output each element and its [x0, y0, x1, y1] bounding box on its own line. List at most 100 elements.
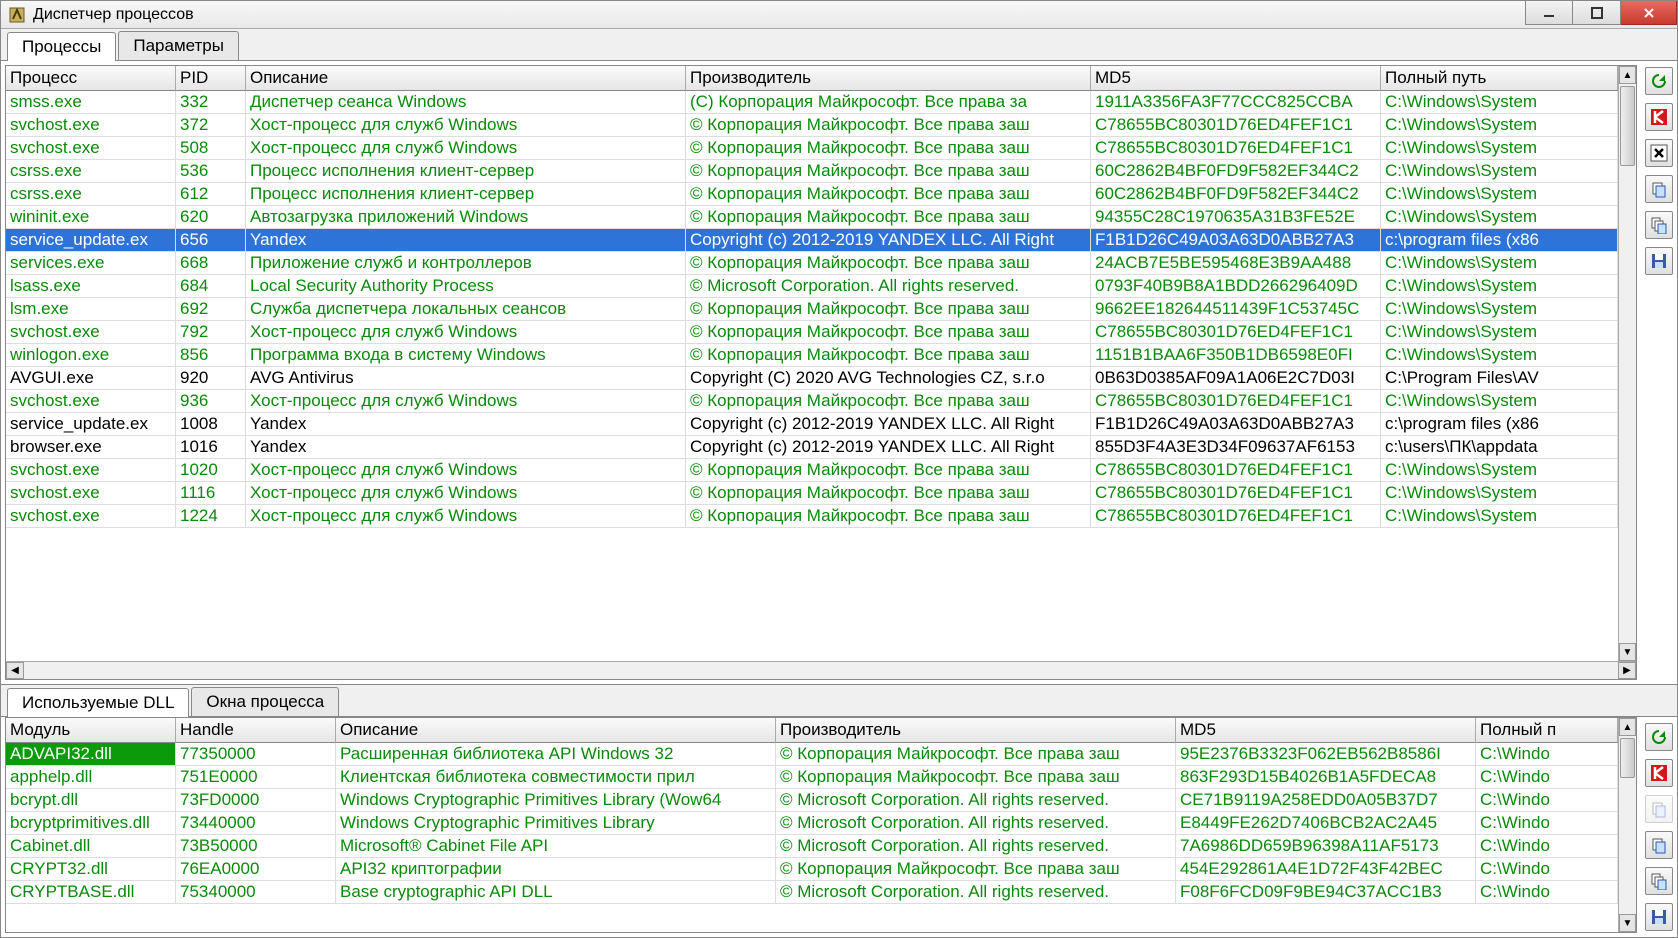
titlebar[interactable]: Диспетчер процессов — [1, 1, 1677, 29]
scroll-thumb[interactable] — [1620, 86, 1635, 166]
table-cell: Программа входа в систему Windows — [246, 344, 686, 366]
copy-icon[interactable] — [1645, 831, 1673, 859]
column-header[interactable]: Производитель — [776, 718, 1176, 743]
table-row[interactable]: smss.exe332Диспетчер сеанса Windows(C) К… — [6, 91, 1618, 114]
table-row[interactable]: winlogon.exe856Программа входа в систему… — [6, 344, 1618, 367]
copy-all-icon[interactable] — [1645, 867, 1673, 895]
column-header[interactable]: MD5 — [1176, 718, 1476, 743]
maximize-button[interactable] — [1573, 1, 1621, 25]
table-row[interactable]: service_update.ex1008YandexCopyright (c)… — [6, 413, 1618, 436]
scroll-up-icon[interactable]: ▲ — [1619, 718, 1636, 736]
table-cell: 0B63D0385AF09A1A06E2C7D03I — [1091, 367, 1381, 389]
table-row[interactable]: svchost.exe1224Хост-процесс для служб Wi… — [6, 505, 1618, 528]
table-cell: svchost.exe — [6, 321, 176, 343]
table-cell: ADVAPI32.dll — [6, 743, 176, 765]
table-cell: © Корпорация Майкрософт. Все права заш — [686, 298, 1091, 320]
table-row[interactable]: csrss.exe612Процесс исполнения клиент-се… — [6, 183, 1618, 206]
table-cell: C78655BC80301D76ED4FEF1C1 — [1091, 482, 1381, 504]
table-cell: 60C2862B4BF0FD9F582EF344C2 — [1091, 183, 1381, 205]
table-row[interactable]: browser.exe1016YandexCopyright (c) 2012-… — [6, 436, 1618, 459]
scroll-down-icon[interactable]: ▼ — [1619, 914, 1636, 932]
column-header[interactable]: Handle — [176, 718, 336, 743]
table-row[interactable]: CRYPT32.dll76EA0000API32 криптографии© К… — [6, 858, 1618, 881]
table-row[interactable]: ADVAPI32.dll77350000Расширенная библиоте… — [6, 743, 1618, 766]
tab-main-1[interactable]: Параметры — [118, 31, 239, 60]
column-header[interactable]: Полный путь — [1381, 66, 1618, 91]
table-row[interactable]: bcrypt.dll73FD0000Windows Cryptographic … — [6, 789, 1618, 812]
table-cell: C:\Windo — [1476, 858, 1618, 880]
table-cell: C:\Windows\System — [1381, 275, 1618, 297]
table-cell: Copyright (C) 2020 AVG Technologies CZ, … — [686, 367, 1091, 389]
table-header: ПроцессPIDОписаниеПроизводительMD5Полный… — [6, 66, 1618, 91]
table-row[interactable]: Cabinet.dll73B50000Microsoft® Cabinet Fi… — [6, 835, 1618, 858]
table-row[interactable]: svchost.exe1020Хост-процесс для служб Wi… — [6, 459, 1618, 482]
close-x-icon[interactable] — [1645, 139, 1673, 167]
column-header[interactable]: Полный п — [1476, 718, 1618, 743]
minimize-button[interactable] — [1525, 1, 1573, 25]
save-icon[interactable] — [1645, 903, 1673, 931]
horizontal-scrollbar[interactable]: ◀ ▶ — [6, 661, 1636, 679]
kaspersky-icon[interactable] — [1645, 103, 1673, 131]
tab-detail-0[interactable]: Используемые DLL — [7, 688, 189, 717]
table-cell: 94355C28C1970635A31B3FE52E — [1091, 206, 1381, 228]
table-row[interactable]: service_update.ex656YandexCopyright (c) … — [6, 229, 1618, 252]
column-header[interactable]: Описание — [246, 66, 686, 91]
table-cell: C:\Windows\System — [1381, 459, 1618, 481]
table-cell: C:\Windo — [1476, 789, 1618, 811]
table-cell: C:\Windows\System — [1381, 505, 1618, 527]
process-table[interactable]: ПроцессPIDОписаниеПроизводительMD5Полный… — [6, 66, 1618, 528]
table-cell: Yandex — [246, 229, 686, 251]
refresh-icon[interactable] — [1645, 67, 1673, 95]
table-cell: CRYPTBASE.dll — [6, 881, 176, 903]
dll-table[interactable]: МодульHandleОписаниеПроизводительMD5Полн… — [6, 718, 1618, 904]
table-row[interactable]: AVGUI.exe920AVG AntivirusCopyright (C) 2… — [6, 367, 1618, 390]
table-cell: © Корпорация Майкрософт. Все права заш — [686, 459, 1091, 481]
table-cell: Windows Cryptographic Primitives Library — [336, 812, 776, 834]
save-icon[interactable] — [1645, 247, 1673, 275]
table-row[interactable]: lsass.exe684Local Security Authority Pro… — [6, 275, 1618, 298]
column-header[interactable]: PID — [176, 66, 246, 91]
table-cell: 1911A3356FA3F77CCC825CCBA — [1091, 91, 1381, 113]
table-row[interactable]: svchost.exe508Хост-процесс для служб Win… — [6, 137, 1618, 160]
table-row[interactable]: wininit.exe620Автозагрузка приложений Wi… — [6, 206, 1618, 229]
table-row[interactable]: svchost.exe936Хост-процесс для служб Win… — [6, 390, 1618, 413]
table-row[interactable]: svchost.exe372Хост-процесс для служб Win… — [6, 114, 1618, 137]
copy-icon[interactable] — [1645, 175, 1673, 203]
vertical-scrollbar[interactable]: ▲ ▼ — [1618, 66, 1636, 661]
table-row[interactable]: csrss.exe536Процесс исполнения клиент-се… — [6, 160, 1618, 183]
scroll-down-icon[interactable]: ▼ — [1619, 643, 1636, 661]
column-header[interactable]: Модуль — [6, 718, 176, 743]
scroll-left-icon[interactable]: ◀ — [6, 662, 24, 679]
column-header[interactable]: Процесс — [6, 66, 176, 91]
table-cell: E8449FE262D7406BCB2AC2A45 — [1176, 812, 1476, 834]
kaspersky-icon[interactable] — [1645, 759, 1673, 787]
table-row[interactable]: services.exe668Приложение служб и контро… — [6, 252, 1618, 275]
vertical-scrollbar[interactable]: ▲ ▼ — [1618, 718, 1636, 932]
table-cell: 95E2376B3323F062EB562B8586I — [1176, 743, 1476, 765]
table-row[interactable]: svchost.exe1116Хост-процесс для служб Wi… — [6, 482, 1618, 505]
table-cell: C:\Windo — [1476, 743, 1618, 765]
table-row[interactable]: CRYPTBASE.dll75340000Base cryptographic … — [6, 881, 1618, 904]
tab-detail-1[interactable]: Окна процесса — [191, 687, 339, 716]
table-cell: Клиентская библиотека совместимости прил — [336, 766, 776, 788]
close-button[interactable] — [1621, 1, 1677, 25]
table-row[interactable]: apphelp.dll751E0000Клиентская библиотека… — [6, 766, 1618, 789]
scroll-right-icon[interactable]: ▶ — [1618, 662, 1636, 679]
column-header[interactable]: Описание — [336, 718, 776, 743]
table-cell: 855D3F4A3E3D34F09637AF6153 — [1091, 436, 1381, 458]
copy-all-icon[interactable] — [1645, 211, 1673, 239]
table-row[interactable]: lsm.exe692Служба диспетчера локальных се… — [6, 298, 1618, 321]
scroll-thumb[interactable] — [1620, 738, 1635, 778]
table-cell: C:\Windows\System — [1381, 137, 1618, 159]
refresh-icon[interactable] — [1645, 723, 1673, 751]
column-header[interactable]: MD5 — [1091, 66, 1381, 91]
tab-main-0[interactable]: Процессы — [7, 32, 116, 61]
table-row[interactable]: bcryptprimitives.dll73440000Windows Cryp… — [6, 812, 1618, 835]
column-header[interactable]: Производитель — [686, 66, 1091, 91]
table-cell: AVG Antivirus — [246, 367, 686, 389]
table-cell: lsass.exe — [6, 275, 176, 297]
app-icon — [7, 5, 27, 25]
table-row[interactable]: svchost.exe792Хост-процесс для служб Win… — [6, 321, 1618, 344]
table-cell: CRYPT32.dll — [6, 858, 176, 880]
scroll-up-icon[interactable]: ▲ — [1619, 66, 1636, 84]
